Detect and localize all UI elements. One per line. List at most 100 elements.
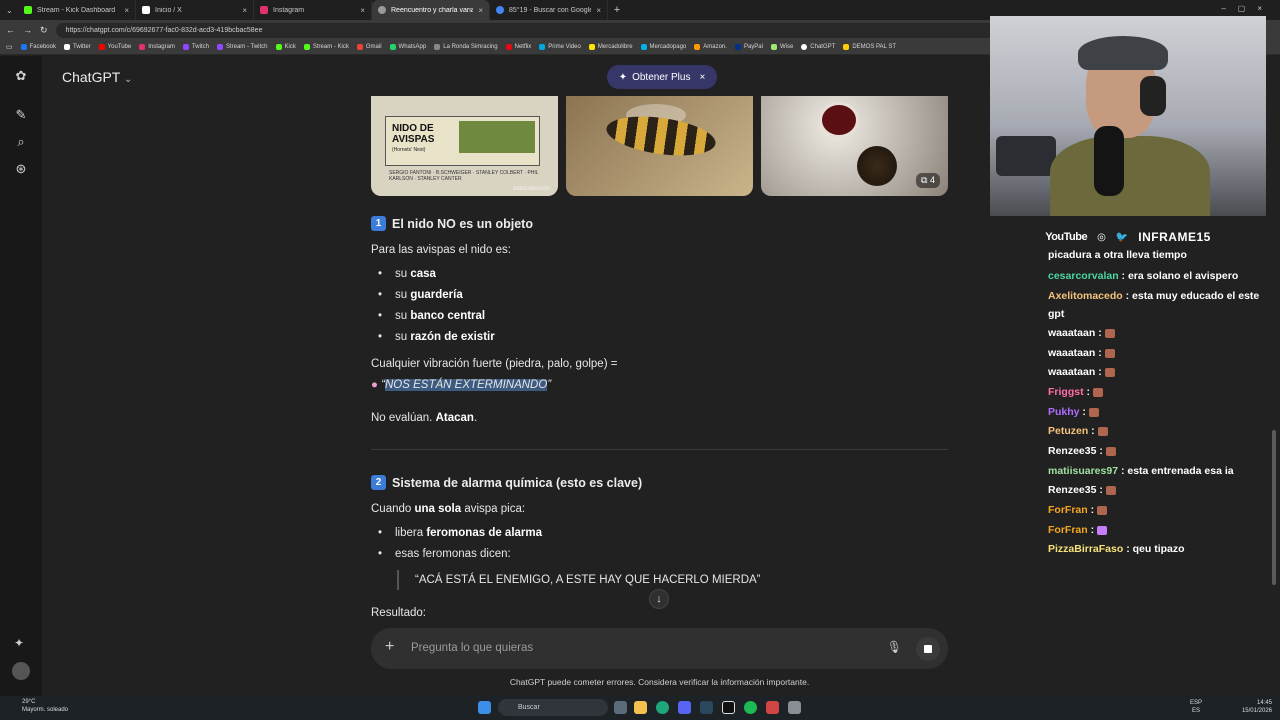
list-text: libera (395, 527, 427, 539)
drum-kit (996, 136, 1056, 176)
tab-label: Reencuentro y charla variada (391, 6, 474, 14)
image-count-badge[interactable]: ⧉ 4 (916, 173, 940, 188)
message-composer[interactable]: + Pregunta lo que quieras 🎙 (371, 628, 948, 669)
bookmark[interactable]: Stream - Twitch (216, 44, 268, 50)
chat-message: Renzee35 : (1048, 442, 1268, 460)
bookmark[interactable]: Stream - Kick (303, 44, 349, 50)
scroll-down-button[interactable]: ↓ (649, 589, 669, 609)
bookmark[interactable]: Twitch (182, 44, 209, 50)
capcut-icon[interactable] (722, 701, 735, 714)
tab-menu[interactable]: ⌄ (0, 0, 18, 20)
bookmark[interactable]: Mercadolibre (588, 44, 633, 50)
close-icon[interactable]: × (360, 6, 365, 15)
get-plus-button[interactable]: ✦ Obtener Plus × (607, 65, 717, 89)
browser-tab-active[interactable]: Reencuentro y charla variada × (372, 0, 490, 20)
bookmark[interactable]: Twitter (63, 44, 91, 50)
amazon-icon (694, 44, 701, 50)
emote-icon (1097, 525, 1108, 535)
close-icon[interactable]: × (124, 6, 129, 15)
bookmark[interactable]: La Ronda Simracing (434, 44, 498, 50)
bookmark[interactable]: Amazon. (694, 44, 727, 50)
bookmark[interactable]: Instagram (139, 44, 175, 50)
emote-icon (1104, 367, 1115, 377)
composer-placeholder[interactable]: Pregunta lo que quieras (411, 642, 533, 654)
forward-icon[interactable]: → (23, 25, 32, 35)
poster-image[interactable]: NIDO DE AVISPAS (Hornets' Nest) SERGIO F… (371, 96, 558, 196)
x-icon (63, 44, 70, 50)
back-icon[interactable]: ← (6, 25, 15, 35)
discord-icon[interactable] (678, 701, 691, 714)
emote-icon (1092, 387, 1103, 397)
system-clock[interactable]: 14:45 15/01/2026 (1242, 699, 1272, 715)
openai-logo-icon[interactable]: ✿ (13, 68, 29, 84)
bookmark[interactable]: Kick (275, 44, 296, 50)
browser-tab[interactable]: Instagram × (254, 0, 372, 20)
arrow-down-icon: ↓ (656, 593, 662, 605)
list-text: su (395, 310, 411, 322)
bookmark[interactable]: Facebook (20, 44, 56, 50)
clock-time: 14:45 (1256, 700, 1272, 706)
browser-tab[interactable]: 85°19 - Buscar con Google × (490, 0, 608, 20)
window-controls[interactable]: –▢× (1221, 4, 1274, 13)
language-indicator[interactable]: ESP ES (1190, 699, 1202, 715)
chat-user: waaataan (1048, 366, 1096, 378)
poster-subtitle: (Hornets' Nest) (392, 147, 426, 153)
widgets-icon[interactable] (614, 701, 627, 714)
sparkle-icon[interactable]: ✦ (14, 636, 24, 650)
obs-icon[interactable] (766, 701, 779, 714)
new-chat-icon[interactable]: ✎ (13, 107, 29, 123)
netflix-icon (505, 44, 512, 50)
reload-icon[interactable]: ↻ (40, 25, 48, 36)
bookmark[interactable]: Gmail (356, 44, 382, 50)
avatar[interactable] (12, 662, 30, 680)
steam-icon[interactable] (700, 701, 713, 714)
bookmark[interactable]: WhatsApp (389, 44, 426, 50)
browser-tab[interactable]: Stream - Kick Dashboard × (18, 0, 136, 20)
highlighted-quote[interactable]: NOS ESTÁN EXTERMINANDO (385, 379, 548, 391)
bookmark[interactable]: PayPal (734, 44, 763, 50)
scrollbar[interactable] (1272, 430, 1276, 585)
url-field[interactable]: https://chatgpt.com/c/69692677-fac0-832d… (55, 22, 1016, 38)
file-explorer-icon[interactable] (634, 701, 647, 714)
wasp-image[interactable] (566, 96, 753, 196)
new-tab-button[interactable]: + (608, 4, 626, 16)
browser-tab[interactable]: Inicio / X × (136, 0, 254, 20)
windows-start-icon[interactable] (478, 701, 491, 714)
model-selector[interactable]: ChatGPT ⌄ (62, 69, 132, 85)
bookmark[interactable]: DEMOS PAL ST (843, 44, 896, 50)
bold-text: una sola (414, 503, 462, 515)
emote-icon (1097, 426, 1108, 436)
sparkle-icon: ✦ (618, 71, 628, 83)
apps-icon[interactable]: ▭ (6, 43, 13, 51)
search-icon[interactable]: ⌕ (13, 134, 29, 150)
bookmark[interactable]: YouTube (98, 44, 131, 50)
chat-text: : (1095, 347, 1105, 359)
mercadopago-icon (640, 44, 647, 50)
bookmark-label: Twitch (191, 44, 209, 50)
close-icon[interactable]: × (699, 72, 705, 83)
bookmark[interactable]: Prime Video (539, 44, 581, 50)
bookmark[interactable]: Mercadopago (640, 44, 686, 50)
stop-button[interactable] (916, 637, 940, 661)
close-icon[interactable]: × (478, 6, 483, 15)
chat-text: : (1095, 327, 1105, 339)
close-icon[interactable]: × (242, 6, 247, 15)
close-icon[interactable]: × (596, 6, 601, 15)
printer-icon[interactable] (788, 701, 801, 714)
chat-text: : (1087, 524, 1098, 536)
bookmark[interactable]: Wise (770, 44, 793, 50)
bookmark-label: La Ronda Simracing (443, 44, 498, 50)
spotify-icon[interactable] (744, 701, 757, 714)
microphone-icon[interactable]: 🎙 (887, 640, 902, 654)
hornet-image[interactable]: ⧉ 4 (761, 96, 948, 196)
bookmark-label: Stream - Twitch (225, 44, 268, 50)
image-gallery: NIDO DE AVISPAS (Hornets' Nest) SERGIO F… (371, 96, 948, 196)
add-attachment-icon[interactable]: + (385, 638, 394, 656)
instagram-icon (260, 6, 268, 14)
edge-icon[interactable] (656, 701, 669, 714)
weather-widget[interactable]: 29°C Mayorm. soleado (22, 698, 68, 714)
bookmark[interactable]: Netflix (505, 44, 531, 50)
library-icon[interactable]: ⊛ (13, 161, 29, 177)
taskbar-search[interactable]: Buscar (498, 699, 608, 716)
bookmark[interactable]: ChatGPT (801, 44, 835, 50)
